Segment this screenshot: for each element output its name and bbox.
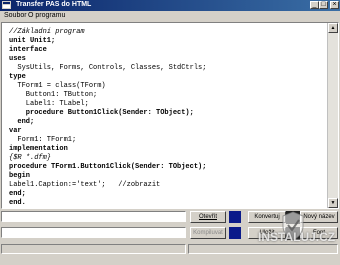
code-line: begin [9,172,31,180]
code-line: procedure Button1Click(Sender: TObject); [9,109,194,117]
status-bar [0,243,340,255]
code-line: TForm1 = class(TForm) [9,82,106,90]
code-line: Button1: TButton; [9,91,98,99]
code-line: Label1: TLabel; [9,100,89,108]
close-button[interactable]: × [330,1,339,9]
window-title: Transfer PAS do HTML [16,1,92,8]
compile-button[interactable]: Kompiluvat [190,227,226,239]
scroll-up-arrow-icon[interactable]: ▲ [328,23,338,33]
code-line: end; [9,118,35,126]
app-icon [2,1,11,9]
color-swatch-2[interactable] [229,227,241,239]
menu-item-o-programu[interactable]: O programu [28,12,65,19]
code-line: uses [9,55,26,63]
new-name-button[interactable]: Nový název [300,211,338,223]
code-editor[interactable]: //Základní program unit Unit1; interface… [1,22,339,209]
code-line: procedure TForm1.Button1Click(Sender: TO… [9,163,207,171]
status-panel-1 [1,244,186,254]
code-line: interface [9,46,47,54]
status-panel-2 [188,244,338,254]
code-text[interactable]: //Základní program unit Unit1; interface… [9,28,206,208]
code-line: var [9,127,22,135]
convert-button[interactable]: Konvertuj [248,211,286,223]
code-line: implementation [9,145,68,153]
source-path-field[interactable] [1,211,186,222]
minimize-button[interactable]: _ [310,1,319,9]
menu-item-soubor[interactable]: Soubor [4,12,27,19]
title-bar: Transfer PAS do HTML _ □ × [0,0,340,11]
scroll-down-arrow-icon[interactable]: ▼ [328,198,338,208]
target-path-field[interactable] [1,227,186,238]
code-line: SysUtils, Forms, Controls, Classes, StdC… [9,64,207,72]
code-line: //Základní program [9,28,85,36]
code-line: unit Unit1; [9,37,56,45]
open-button[interactable]: Otevřít [190,211,226,223]
menu-bar: Soubor O programu [0,11,340,22]
watermark-text: INSTALUJ.CZ [258,230,336,244]
code-line: Form1: TForm1; [9,136,77,144]
color-swatch[interactable] [229,211,241,223]
code-line: end. [9,199,26,207]
vertical-scrollbar[interactable]: ▲ ▼ [327,23,338,208]
code-line: end; [9,190,26,198]
code-line: type [9,73,26,81]
code-line: {$R *.dfm} [9,154,52,162]
maximize-button[interactable]: □ [319,1,328,9]
code-line: Label1.Caption:='text'; //zobrazit [9,181,161,189]
